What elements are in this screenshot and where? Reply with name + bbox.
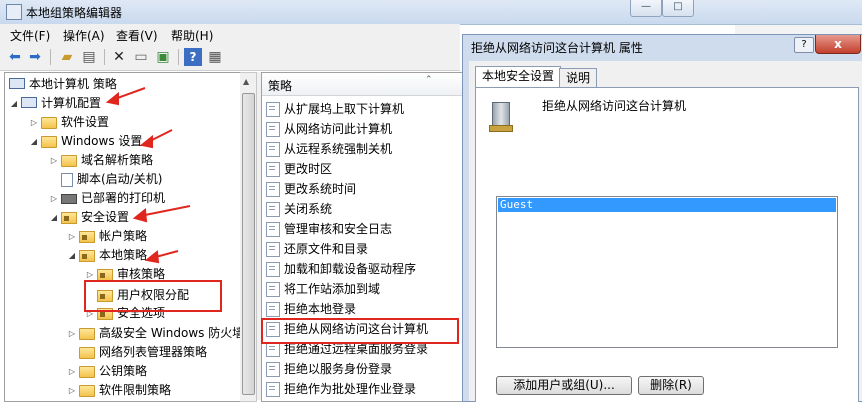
maximize-button[interactable]: □ (662, 0, 694, 17)
server-policy-icon (489, 102, 513, 132)
annotation-arrowhead (139, 134, 153, 149)
annotation-arrowhead (105, 91, 119, 106)
dialog-title-bar: 拒绝从网络访问这台计算机 属性 ? x (463, 35, 862, 59)
highlight-box-user-rights (84, 280, 222, 312)
tab-explain[interactable]: 说明 (559, 68, 598, 88)
close-button[interactable]: x (815, 35, 861, 54)
list-item-user[interactable]: Guest (498, 198, 836, 212)
annotation-arrowhead (144, 250, 160, 264)
help-button[interactable]: ? (794, 37, 814, 53)
users-listbox[interactable]: Guest (496, 196, 838, 348)
policy-name: 拒绝从网络访问这台计算机 (542, 99, 687, 113)
remove-button[interactable]: 删除(R) (638, 376, 704, 395)
annotation-arrowhead (132, 208, 148, 223)
add-user-button[interactable]: 添加用户或组(U)... (496, 376, 632, 395)
properties-dialog: 拒绝从网络访问这台计算机 属性 ? x 本地安全设置 本地安全设置 说明 拒绝从… (462, 34, 862, 402)
tab-local-security-setting-active[interactable]: 本地安全设置 (475, 66, 562, 88)
dialog-title: 拒绝从网络访问这台计算机 属性 (471, 41, 643, 55)
tab-panel: 拒绝从网络访问这台计算机 Guest 添加用户或组(U)... 删除(R) (475, 87, 859, 402)
highlight-box-deny-network-access (261, 318, 459, 344)
dialog-body: 本地安全设置 本地安全设置 说明 拒绝从网络访问这台计算机 Guest 添加用户… (469, 61, 862, 402)
minimize-button[interactable]: — (630, 0, 662, 17)
annotation-arrow (139, 205, 191, 217)
